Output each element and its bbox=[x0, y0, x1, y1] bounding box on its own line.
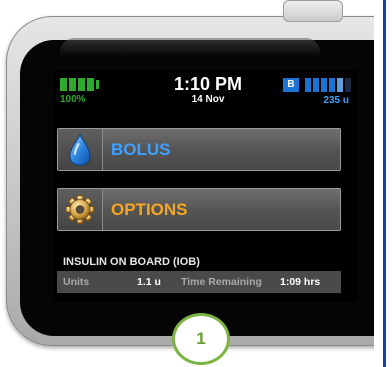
insulin-units-remaining: 235 u bbox=[323, 95, 349, 106]
reservoir-segment bbox=[329, 78, 335, 92]
bolus-label: BOLUS bbox=[111, 140, 171, 159]
reservoir-segment bbox=[345, 78, 351, 92]
reservoir-segment bbox=[337, 78, 343, 92]
options-label: OPTIONS bbox=[111, 200, 188, 219]
callout-number-badge: 1 bbox=[172, 313, 230, 365]
reservoir-segment bbox=[313, 78, 319, 92]
iob-units-label: Units bbox=[63, 276, 90, 288]
battery-segment bbox=[87, 78, 94, 91]
battery-tip bbox=[96, 80, 99, 89]
iob-time-remaining-value: 1:09 hrs bbox=[280, 276, 321, 288]
iob-time-remaining-label: Time Remaining bbox=[181, 276, 262, 288]
battery-segment bbox=[69, 78, 76, 91]
insulin-drop-icon bbox=[58, 129, 103, 170]
clock-date: 14 Nov bbox=[191, 94, 225, 105]
right-divider-line bbox=[383, 0, 386, 367]
options-button[interactable]: OPTIONS bbox=[57, 188, 341, 231]
gear-icon bbox=[58, 189, 103, 230]
stage: 100% 1:10 PM 14 Nov B 235 u BOLUS OPTION… bbox=[0, 0, 392, 367]
iob-title: INSULIN ON BOARD (IOB) bbox=[63, 256, 200, 268]
battery-segment bbox=[78, 78, 85, 91]
reservoir-segment bbox=[321, 78, 327, 92]
insulin-reservoir-icon bbox=[305, 78, 351, 92]
iob-row: Units 1.1 u Time Remaining 1:09 hrs bbox=[57, 271, 341, 293]
reservoir-segment bbox=[305, 78, 311, 92]
iob-units-value: 1.1 u bbox=[137, 276, 161, 288]
bolus-status-badge: B bbox=[283, 78, 299, 92]
pump-screen: 100% 1:10 PM 14 Nov B 235 u BOLUS OPTION… bbox=[53, 70, 357, 302]
bezel-reflection bbox=[60, 38, 320, 56]
battery-icon bbox=[60, 78, 99, 91]
bolus-button[interactable]: BOLUS bbox=[57, 128, 341, 171]
battery-percent: 100% bbox=[60, 94, 86, 105]
status-bar: 100% 1:10 PM 14 Nov B 235 u bbox=[53, 70, 357, 112]
battery-segment bbox=[60, 78, 67, 91]
clock-time: 1:10 PM bbox=[173, 74, 243, 94]
device-top-button[interactable] bbox=[283, 0, 343, 22]
